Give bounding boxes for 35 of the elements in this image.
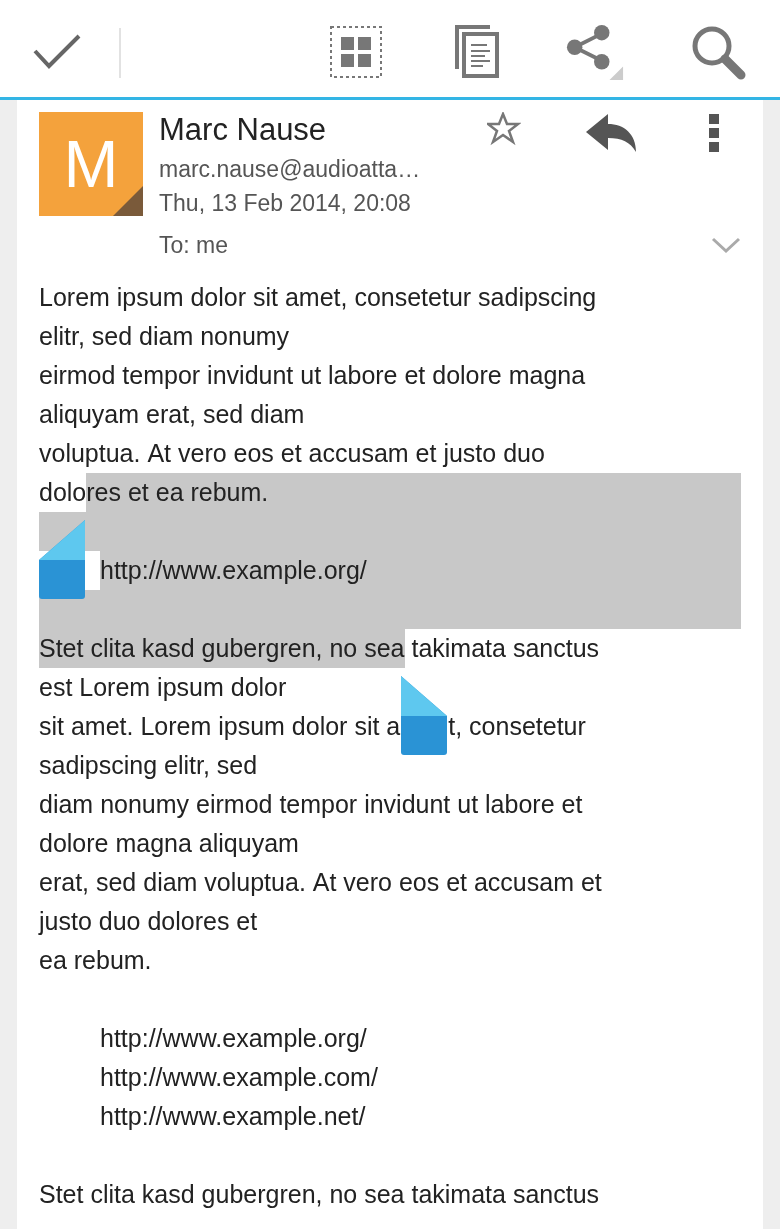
body-text: voluptua. At vero eos et accusam et justo duo <box>39 438 545 469</box>
body-text: dolore magna aliquyam <box>39 828 299 859</box>
sender-email: marc.nause@audioatta… <box>159 155 421 184</box>
body-text: sadipscing elitr, sed <box>39 750 258 781</box>
body-text: elitr, sed diam nonumy <box>39 321 290 352</box>
body-text: ea rebum. <box>39 945 152 976</box>
sender-name: Marc Nause <box>159 112 328 148</box>
chevron-down-icon[interactable] <box>711 237 741 255</box>
body-text: diam nonumy eirmod tempor invidunt ut labore et <box>39 789 583 820</box>
copy-icon <box>454 25 500 79</box>
selection-handle[interactable] <box>400 676 449 756</box>
body-text: Stet clita kasd gubergren, no sea <box>39 629 405 668</box>
body-text: aliquyam erat, sed diam <box>39 399 305 430</box>
body-text: justo duo dolores et <box>39 906 258 937</box>
body-text: t, consetetur <box>448 711 586 742</box>
message-date: Thu, 13 Feb 2014, 20:08 <box>159 189 412 218</box>
url-text[interactable]: http://www.example.net/ <box>100 1097 366 1136</box>
search-icon <box>690 24 746 80</box>
check-icon <box>32 33 82 71</box>
recipients-text: To: me <box>159 231 230 260</box>
url-text[interactable]: http://www.example.org/ <box>100 551 741 590</box>
body-text: erat, sed diam voluptua. At vero eos et accusam et <box>39 867 602 898</box>
url-text[interactable]: http://www.example.org/ <box>100 1019 367 1058</box>
body-text: takimata sanctus <box>410 633 600 664</box>
body-text: dolo <box>39 477 87 508</box>
overflow-menu-icon[interactable] <box>707 112 721 154</box>
select-all-icon <box>329 25 383 79</box>
body-text: Stet clita kasd gubergren, no sea takimata sanctus <box>39 1179 600 1210</box>
body-text: Lorem ipsum dolor sit amet, consetetur sadipscing <box>39 282 597 313</box>
body-text: sit amet. Lorem ipsum dolor sit a <box>39 711 401 742</box>
body-text: est Lorem ipsum dolor <box>39 672 287 703</box>
share-button[interactable] <box>565 22 625 82</box>
star-icon[interactable] <box>487 112 521 146</box>
body-text: eirmod tempor invidunt ut labore et dolore magna <box>39 360 586 391</box>
url-text[interactable]: http://www.example.com/ <box>100 1058 378 1097</box>
